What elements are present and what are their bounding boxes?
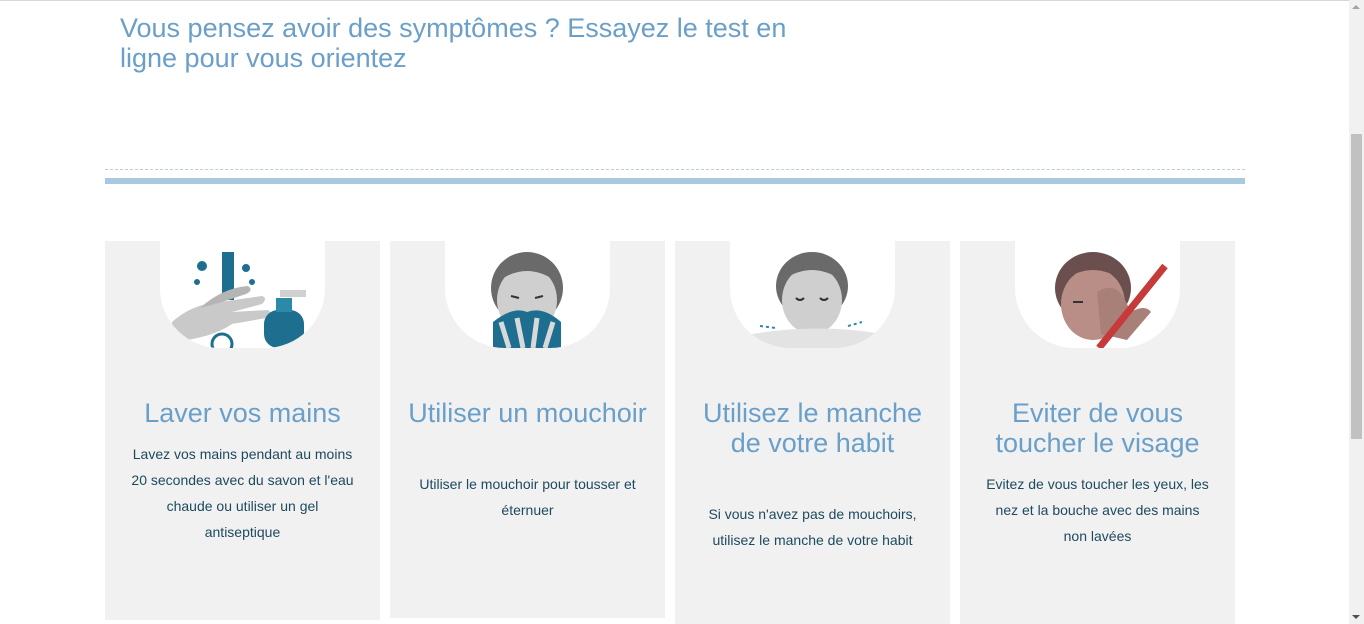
dashed-divider (105, 169, 1245, 170)
card-title: Utiliser un mouchoir (408, 398, 647, 428)
illustration-frame (1015, 240, 1180, 348)
tissue-sneeze-icon (457, 252, 598, 348)
scroll-up-arrow-icon[interactable] (1352, 5, 1360, 9)
no-face-touch-icon (1027, 252, 1168, 348)
card-title: Utilisez le manche de votre habit (702, 398, 923, 458)
top-divider (0, 0, 1349, 1)
scroll-down-arrow-icon[interactable] (1352, 615, 1360, 619)
card-title: Eviter de vous toucher le visage (995, 398, 1200, 458)
vertical-scrollbar[interactable] (1349, 0, 1364, 624)
illustration-frame (730, 240, 895, 348)
card-title: Laver vos mains (144, 398, 341, 428)
scrollbar-thumb[interactable] (1351, 134, 1362, 439)
card-text: Evitez de vous toucher les yeux, les nez… (986, 476, 1209, 544)
illustration-frame (160, 240, 325, 348)
hand-washing-icon (172, 252, 306, 348)
card-use-sleeve: Utilisez le manche de votre habit Si vou… (675, 240, 950, 624)
section-divider (105, 178, 1245, 184)
illustration-frame (445, 240, 610, 348)
card-text: Utiliser le mouchoir pour tousser et éte… (419, 476, 636, 518)
card-wash-hands: Laver vos mains Lavez vos mains pendant … (105, 240, 380, 620)
symptom-test-link[interactable]: Vous pensez avoir des symptômes ? Essaye… (120, 13, 840, 73)
card-use-tissue: Utiliser un mouchoir Utiliser le mouchoi… (390, 240, 665, 618)
card-text: Lavez vos mains pendant au moins 20 seco… (131, 446, 354, 540)
card-avoid-touching-face: Eviter de vous toucher le visage Evitez … (960, 240, 1235, 624)
card-text: Si vous n'avez pas de mouchoirs, utilise… (708, 506, 917, 548)
sleeve-cough-icon (742, 252, 883, 348)
